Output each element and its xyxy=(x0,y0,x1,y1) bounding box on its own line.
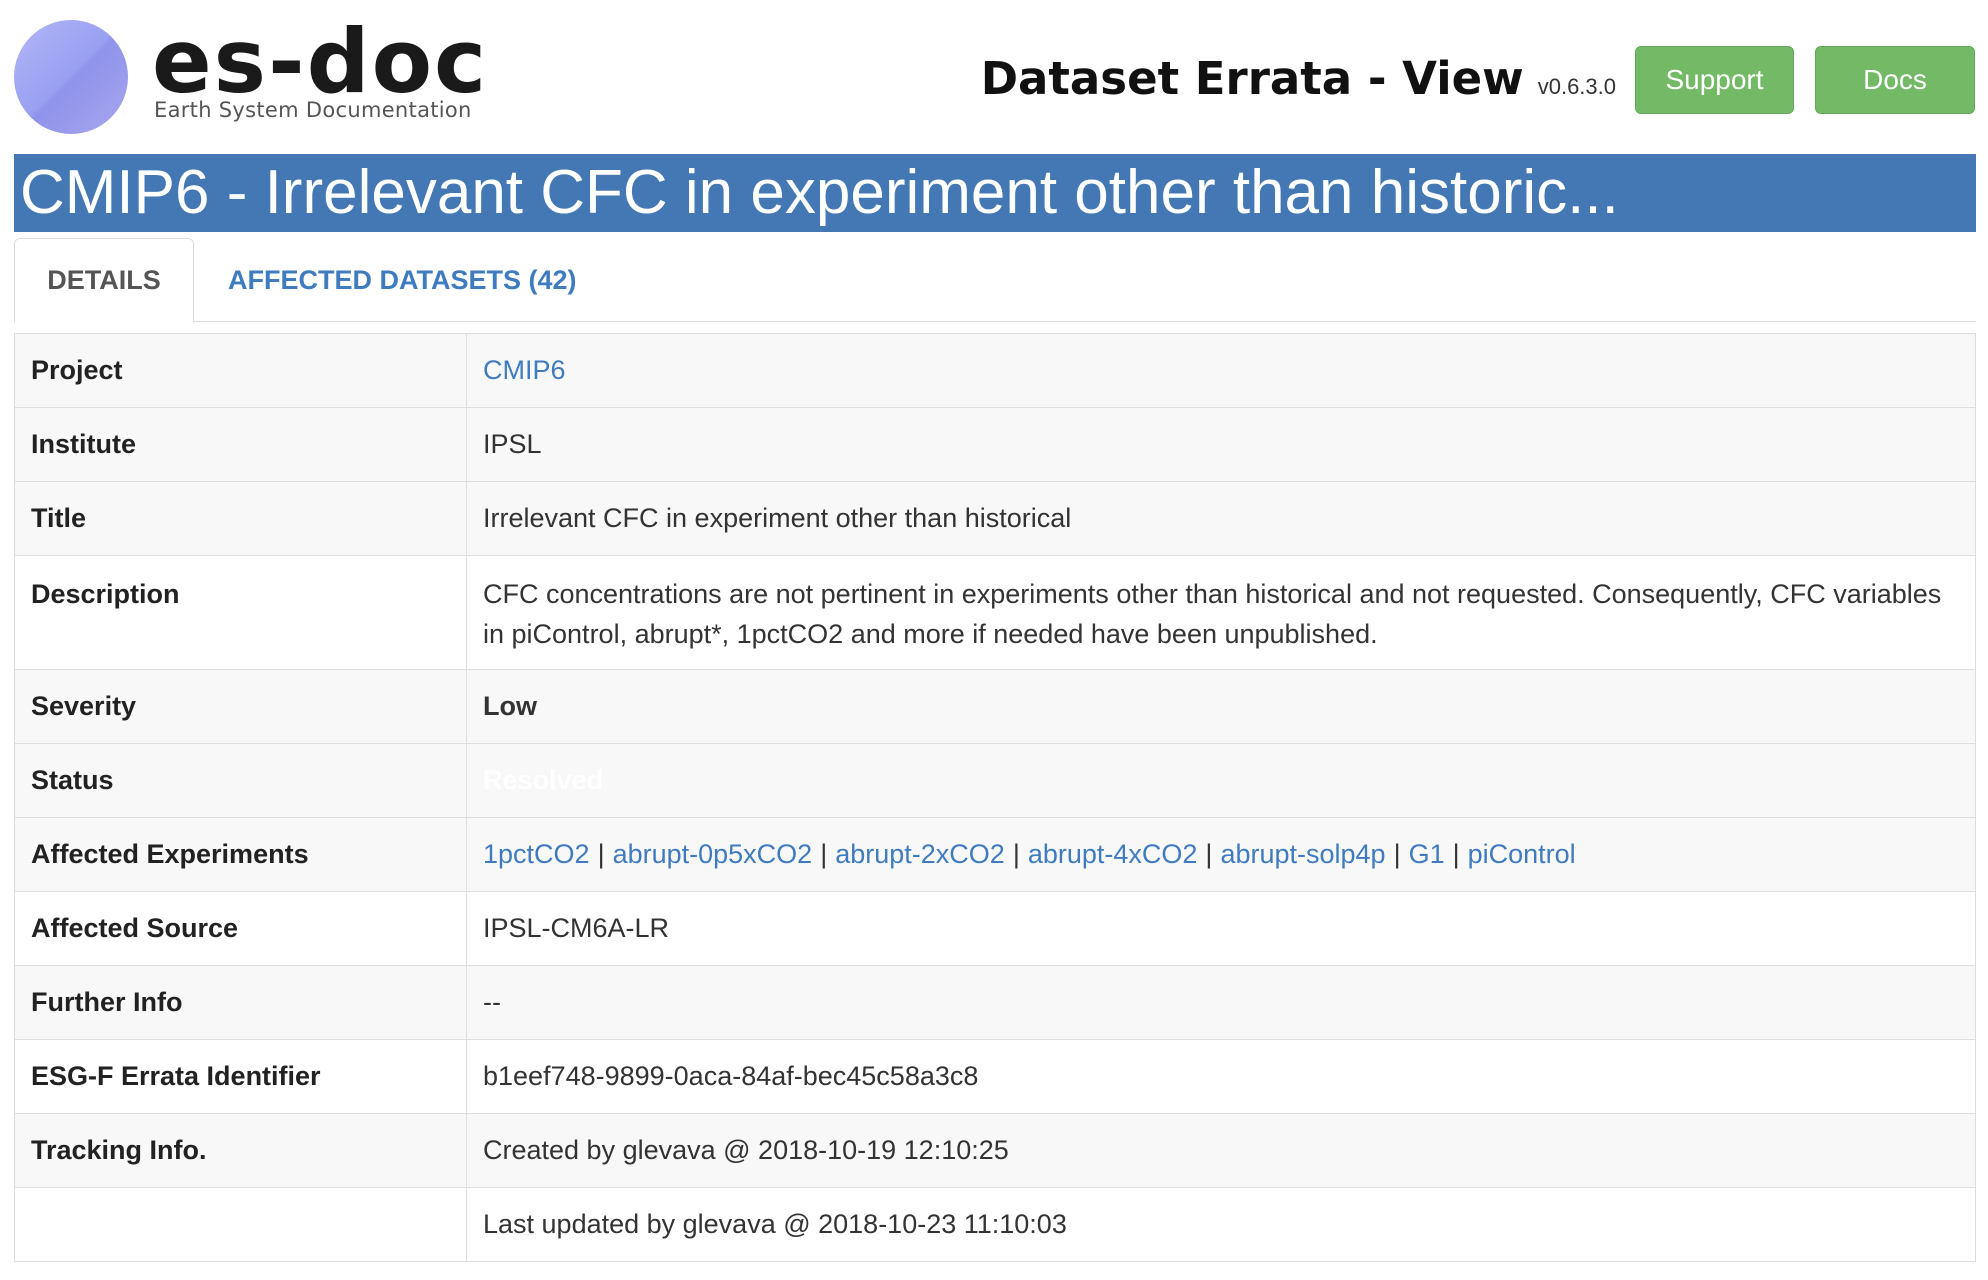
row-value-title: Irrelevant CFC in experiment other than … xyxy=(466,481,1976,556)
row-label-tracking: Tracking Info. xyxy=(14,1113,467,1188)
table-row-project: Project CMIP6 xyxy=(14,333,1976,408)
row-label-source: Affected Source xyxy=(14,891,467,966)
row-label-project: Project xyxy=(14,333,467,408)
table-row-tracking: Tracking Info. Created by glevava @ 2018… xyxy=(14,1113,1976,1188)
row-label-experiments: Affected Experiments xyxy=(14,817,467,892)
table-row-errata-id: ESG-F Errata Identifier b1eef748-9899-0a… xyxy=(14,1039,1976,1114)
errata-title-bar: CMIP6 - Irrelevant CFC in experiment oth… xyxy=(14,154,1976,232)
table-row-experiments: Affected Experiments 1pctCO2 | abrupt-0p5x… xyxy=(14,817,1976,892)
table-row-source: Affected Source IPSL-CM6A-LR xyxy=(14,891,1976,966)
experiments-list: 1pctCO2 | abrupt-0p5xCO2 | abrupt-2xCO2 | abru… xyxy=(466,817,1976,892)
tracking-updated: Last updated by glevava @ 2018-10-23 11:… xyxy=(466,1187,1976,1262)
project-link[interactable]: CMIP6 xyxy=(483,355,566,385)
status-badge: Resolved xyxy=(466,743,1976,818)
table-row-institute: Institute IPSL xyxy=(14,407,1976,482)
row-label-status: Status xyxy=(14,743,467,818)
tracking-created: Created by glevava @ 2018-10-19 12:10:25 xyxy=(466,1113,1976,1188)
page-title: Dataset Errata - View xyxy=(980,52,1524,105)
page-header: es-doc Earth System Documentation Datase… xyxy=(0,0,1988,150)
row-label-errata-id: ESG-F Errata Identifier xyxy=(14,1039,467,1114)
table-row-title: Title Irrelevant CFC in experiment other… xyxy=(14,481,1976,556)
experiment-link-1pctco2[interactable]: 1pctCO2 xyxy=(483,839,590,869)
row-label-description: Description xyxy=(14,555,467,670)
row-value-errata-id: b1eef748-9899-0aca-84af-bec45c58a3c8 xyxy=(466,1039,1976,1114)
experiment-link-abrupt-0p5xco2[interactable]: abrupt-0p5xCO2 xyxy=(613,839,813,869)
version-label: v0.6.3.0 xyxy=(1537,74,1616,99)
esdoc-logo-icon[interactable] xyxy=(14,20,128,134)
docs-button[interactable]: Docs xyxy=(1815,46,1975,114)
table-row-status: Status Resolved xyxy=(14,743,1976,818)
details-table: Project CMIP6 Institute IPSL Title Irrel… xyxy=(14,333,1976,1262)
experiment-link-abrupt-solp4p[interactable]: abrupt-solp4p xyxy=(1220,839,1385,869)
page-heading: Dataset Errata - View v0.6.3.0 xyxy=(981,52,1616,105)
logo-subtitle: Earth System Documentation xyxy=(154,98,472,122)
experiment-link-abrupt-2xco2[interactable]: abrupt-2xCO2 xyxy=(835,839,1005,869)
table-row-further-info: Further Info -- xyxy=(14,965,1976,1040)
logo-text[interactable]: es-doc xyxy=(152,12,488,112)
table-row-severity: Severity Low xyxy=(14,669,1976,744)
severity-badge: Low xyxy=(466,669,1976,744)
tab-affected-datasets[interactable]: AFFECTED DATASETS (42) xyxy=(210,238,595,322)
row-label-severity: Severity xyxy=(14,669,467,744)
link-separator: | xyxy=(1393,839,1401,869)
link-separator: | xyxy=(1012,839,1020,869)
tab-bar: DETAILS AFFECTED DATASETS (42) xyxy=(14,238,1976,323)
table-row-tracking-updated: Last updated by glevava @ 2018-10-23 11:… xyxy=(14,1187,1976,1262)
experiment-link-abrupt-4xco2[interactable]: abrupt-4xCO2 xyxy=(1028,839,1198,869)
row-value-description: CFC concentrations are not pertinent in … xyxy=(466,555,1976,670)
link-separator: | xyxy=(1452,839,1460,869)
row-label-institute: Institute xyxy=(14,407,467,482)
support-button[interactable]: Support xyxy=(1635,46,1794,114)
link-separator: | xyxy=(820,839,828,869)
row-value-further-info: -- xyxy=(466,965,1976,1040)
link-separator: | xyxy=(597,839,605,869)
row-value-project: CMIP6 xyxy=(466,333,1976,408)
row-label-empty xyxy=(14,1187,467,1262)
table-row-description: Description CFC concentrations are not p… xyxy=(14,555,1976,670)
row-value-source: IPSL-CM6A-LR xyxy=(466,891,1976,966)
tab-details[interactable]: DETAILS xyxy=(14,238,194,323)
experiment-link-picontrol[interactable]: piControl xyxy=(1468,839,1576,869)
experiment-link-g1[interactable]: G1 xyxy=(1409,839,1445,869)
row-label-further-info: Further Info xyxy=(14,965,467,1040)
row-label-title: Title xyxy=(14,481,467,556)
row-value-institute: IPSL xyxy=(466,407,1976,482)
link-separator: | xyxy=(1205,839,1213,869)
